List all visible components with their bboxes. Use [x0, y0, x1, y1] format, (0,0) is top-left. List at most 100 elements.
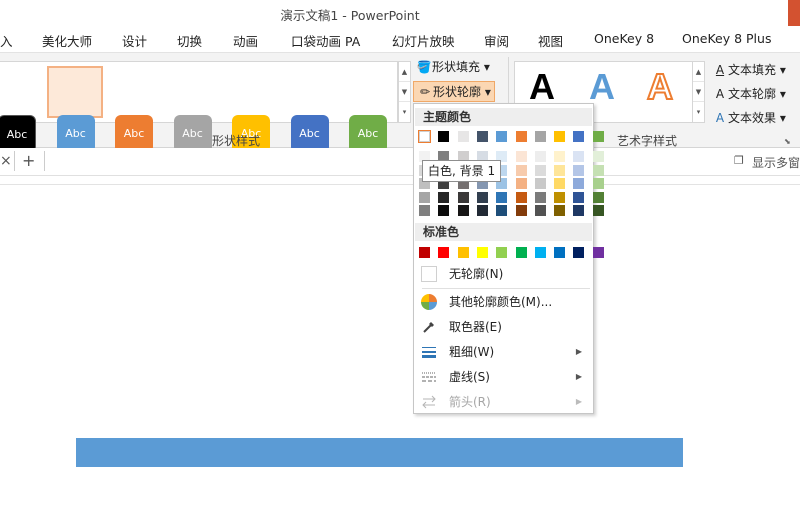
theme-shade-swatch[interactable]: [573, 205, 585, 216]
theme-shade-swatch[interactable]: [496, 205, 508, 216]
theme-shade-swatch[interactable]: [573, 151, 585, 162]
text-effects-button[interactable]: A 文本效果 ▾: [712, 109, 786, 126]
theme-shade-swatch[interactable]: [554, 191, 566, 203]
gallery-scroll-down[interactable]: ▼: [399, 82, 410, 102]
theme-shade-swatch[interactable]: [476, 205, 488, 216]
tab-view[interactable]: 视图: [538, 31, 563, 50]
text-fill-button[interactable]: A 文本填充 ▾: [712, 61, 786, 78]
theme-color-swatch[interactable]: [476, 131, 488, 142]
no-outline-swatch-icon: [421, 266, 437, 282]
theme-shade-swatch[interactable]: [457, 191, 469, 203]
theme-shade-swatch[interactable]: [515, 164, 527, 176]
theme-color-swatch[interactable]: [457, 131, 469, 142]
theme-shade-swatch[interactable]: [534, 178, 546, 189]
eyedropper-item[interactable]: 取色器(E): [415, 315, 592, 339]
theme-shade-swatch[interactable]: [554, 151, 566, 162]
theme-shade-swatch[interactable]: [438, 205, 450, 216]
theme-shade-swatch[interactable]: [476, 191, 488, 203]
theme-color-swatch[interactable]: [554, 131, 566, 142]
theme-shade-swatch[interactable]: [592, 164, 604, 176]
theme-shade-swatch[interactable]: [592, 205, 604, 216]
theme-shade-swatch[interactable]: [534, 151, 546, 162]
close-tab-icon[interactable]: ×: [0, 153, 12, 169]
theme-shade-swatch[interactable]: [457, 205, 469, 216]
theme-shade-swatch[interactable]: [534, 205, 546, 216]
title-bar: 演示文稿1 - PowerPoint: [0, 0, 800, 26]
standard-color-swatch[interactable]: [438, 247, 450, 258]
theme-color-swatch[interactable]: [573, 131, 585, 142]
tab-onekey8[interactable]: OneKey 8: [594, 31, 654, 46]
theme-shade-swatch[interactable]: [592, 151, 604, 162]
wordart-style-blue[interactable]: A: [589, 66, 615, 108]
tab-review[interactable]: 审阅: [484, 31, 509, 50]
theme-shade-swatch[interactable]: [554, 205, 566, 216]
standard-color-swatch[interactable]: [419, 247, 430, 258]
theme-shade-swatch[interactable]: [534, 191, 546, 203]
theme-colors-header: 主题颜色: [415, 108, 592, 126]
theme-shade-swatch[interactable]: [554, 164, 566, 176]
dialog-launcher-icon[interactable]: ⬊: [784, 137, 791, 146]
theme-shade-swatch[interactable]: [592, 178, 604, 189]
tab-transitions[interactable]: 切换: [177, 31, 202, 50]
tab-pocket-animation[interactable]: 口袋动画 PA: [291, 31, 360, 50]
wordart-expand[interactable]: ▾: [693, 102, 704, 122]
theme-color-swatch[interactable]: [534, 131, 546, 142]
add-tab-icon[interactable]: +: [22, 151, 35, 170]
shape-outline-button[interactable]: ✏ 形状轮廓 ▾: [413, 81, 495, 102]
standard-color-swatch[interactable]: [592, 247, 604, 258]
theme-shade-swatch[interactable]: [534, 164, 546, 176]
tab-meihua-dashi[interactable]: 美化大师: [42, 31, 92, 50]
wordart-scroll-up[interactable]: ▲: [693, 62, 704, 82]
theme-shade-swatch[interactable]: [419, 205, 430, 216]
tab-design[interactable]: 设计: [122, 31, 147, 50]
theme-shade-swatch[interactable]: [515, 191, 527, 203]
wordart-style-black[interactable]: A: [529, 66, 555, 108]
standard-color-swatch[interactable]: [515, 247, 527, 258]
standard-color-swatch[interactable]: [496, 247, 508, 258]
more-outline-colors-item[interactable]: 其他轮廓颜色(M)...: [415, 290, 592, 314]
show-multi-window-button[interactable]: 显示多窗: [752, 154, 800, 171]
wordart-scroll-down[interactable]: ▼: [693, 82, 704, 102]
standard-color-swatch[interactable]: [457, 247, 469, 258]
theme-shade-swatch[interactable]: [554, 178, 566, 189]
text-outline-button[interactable]: A 文本轮廓 ▾: [712, 85, 786, 102]
theme-color-swatch[interactable]: [496, 131, 508, 142]
theme-shade-swatch[interactable]: [573, 164, 585, 176]
theme-shade-swatch[interactable]: [592, 191, 604, 203]
theme-shade-swatch[interactable]: [515, 205, 527, 216]
tab-insert[interactable]: 入: [0, 31, 13, 50]
theme-shade-swatch[interactable]: [515, 178, 527, 189]
selected-rectangle-shape[interactable]: [76, 438, 683, 467]
gallery-scroll-up[interactable]: ▲: [399, 62, 410, 82]
window-control-corner[interactable]: [788, 0, 800, 26]
standard-color-swatch[interactable]: [476, 247, 488, 258]
tab-animations[interactable]: 动画: [233, 31, 258, 50]
gallery-expand[interactable]: ▾: [399, 102, 410, 122]
theme-color-swatch[interactable]: [418, 130, 431, 143]
tab-divider: [44, 151, 45, 171]
theme-shade-swatch[interactable]: [573, 178, 585, 189]
tab-onekey8-plus[interactable]: OneKey 8 Plus: [682, 31, 771, 46]
eyedropper-icon: [421, 319, 437, 335]
standard-color-swatch[interactable]: [573, 247, 585, 258]
shape-outline-dropdown: 主题颜色 标准色 无轮廓(N) 其他轮廓颜色(M)... 取色器(E) 粗细(W…: [413, 103, 594, 414]
theme-shade-swatch[interactable]: [496, 191, 508, 203]
dashes-item[interactable]: 虚线(S) ▶: [415, 365, 592, 389]
theme-shade-swatch[interactable]: [515, 151, 527, 162]
theme-color-swatch[interactable]: [515, 131, 527, 142]
pencil-outline-icon: ✏: [419, 85, 431, 99]
theme-shade-swatch[interactable]: [438, 191, 450, 203]
no-outline-item[interactable]: 无轮廓(N): [415, 262, 592, 286]
weight-item[interactable]: 粗细(W) ▶: [415, 340, 592, 364]
shape-fill-button[interactable]: 🪣形状填充 ▾: [416, 58, 490, 75]
theme-color-swatch[interactable]: [592, 131, 604, 142]
theme-shade-swatch[interactable]: [419, 191, 430, 203]
wordart-gallery-scroll: ▲ ▼ ▾: [692, 61, 705, 123]
tab-slideshow[interactable]: 幻灯片放映: [392, 31, 455, 50]
wordart-style-orange-outline[interactable]: A: [646, 65, 674, 108]
standard-color-swatch[interactable]: [554, 247, 566, 258]
theme-shade-swatch[interactable]: [573, 191, 585, 203]
standard-color-swatch[interactable]: [534, 247, 546, 258]
theme-color-swatch[interactable]: [438, 131, 450, 142]
gallery-scroll: ▲ ▼ ▾: [398, 61, 411, 123]
